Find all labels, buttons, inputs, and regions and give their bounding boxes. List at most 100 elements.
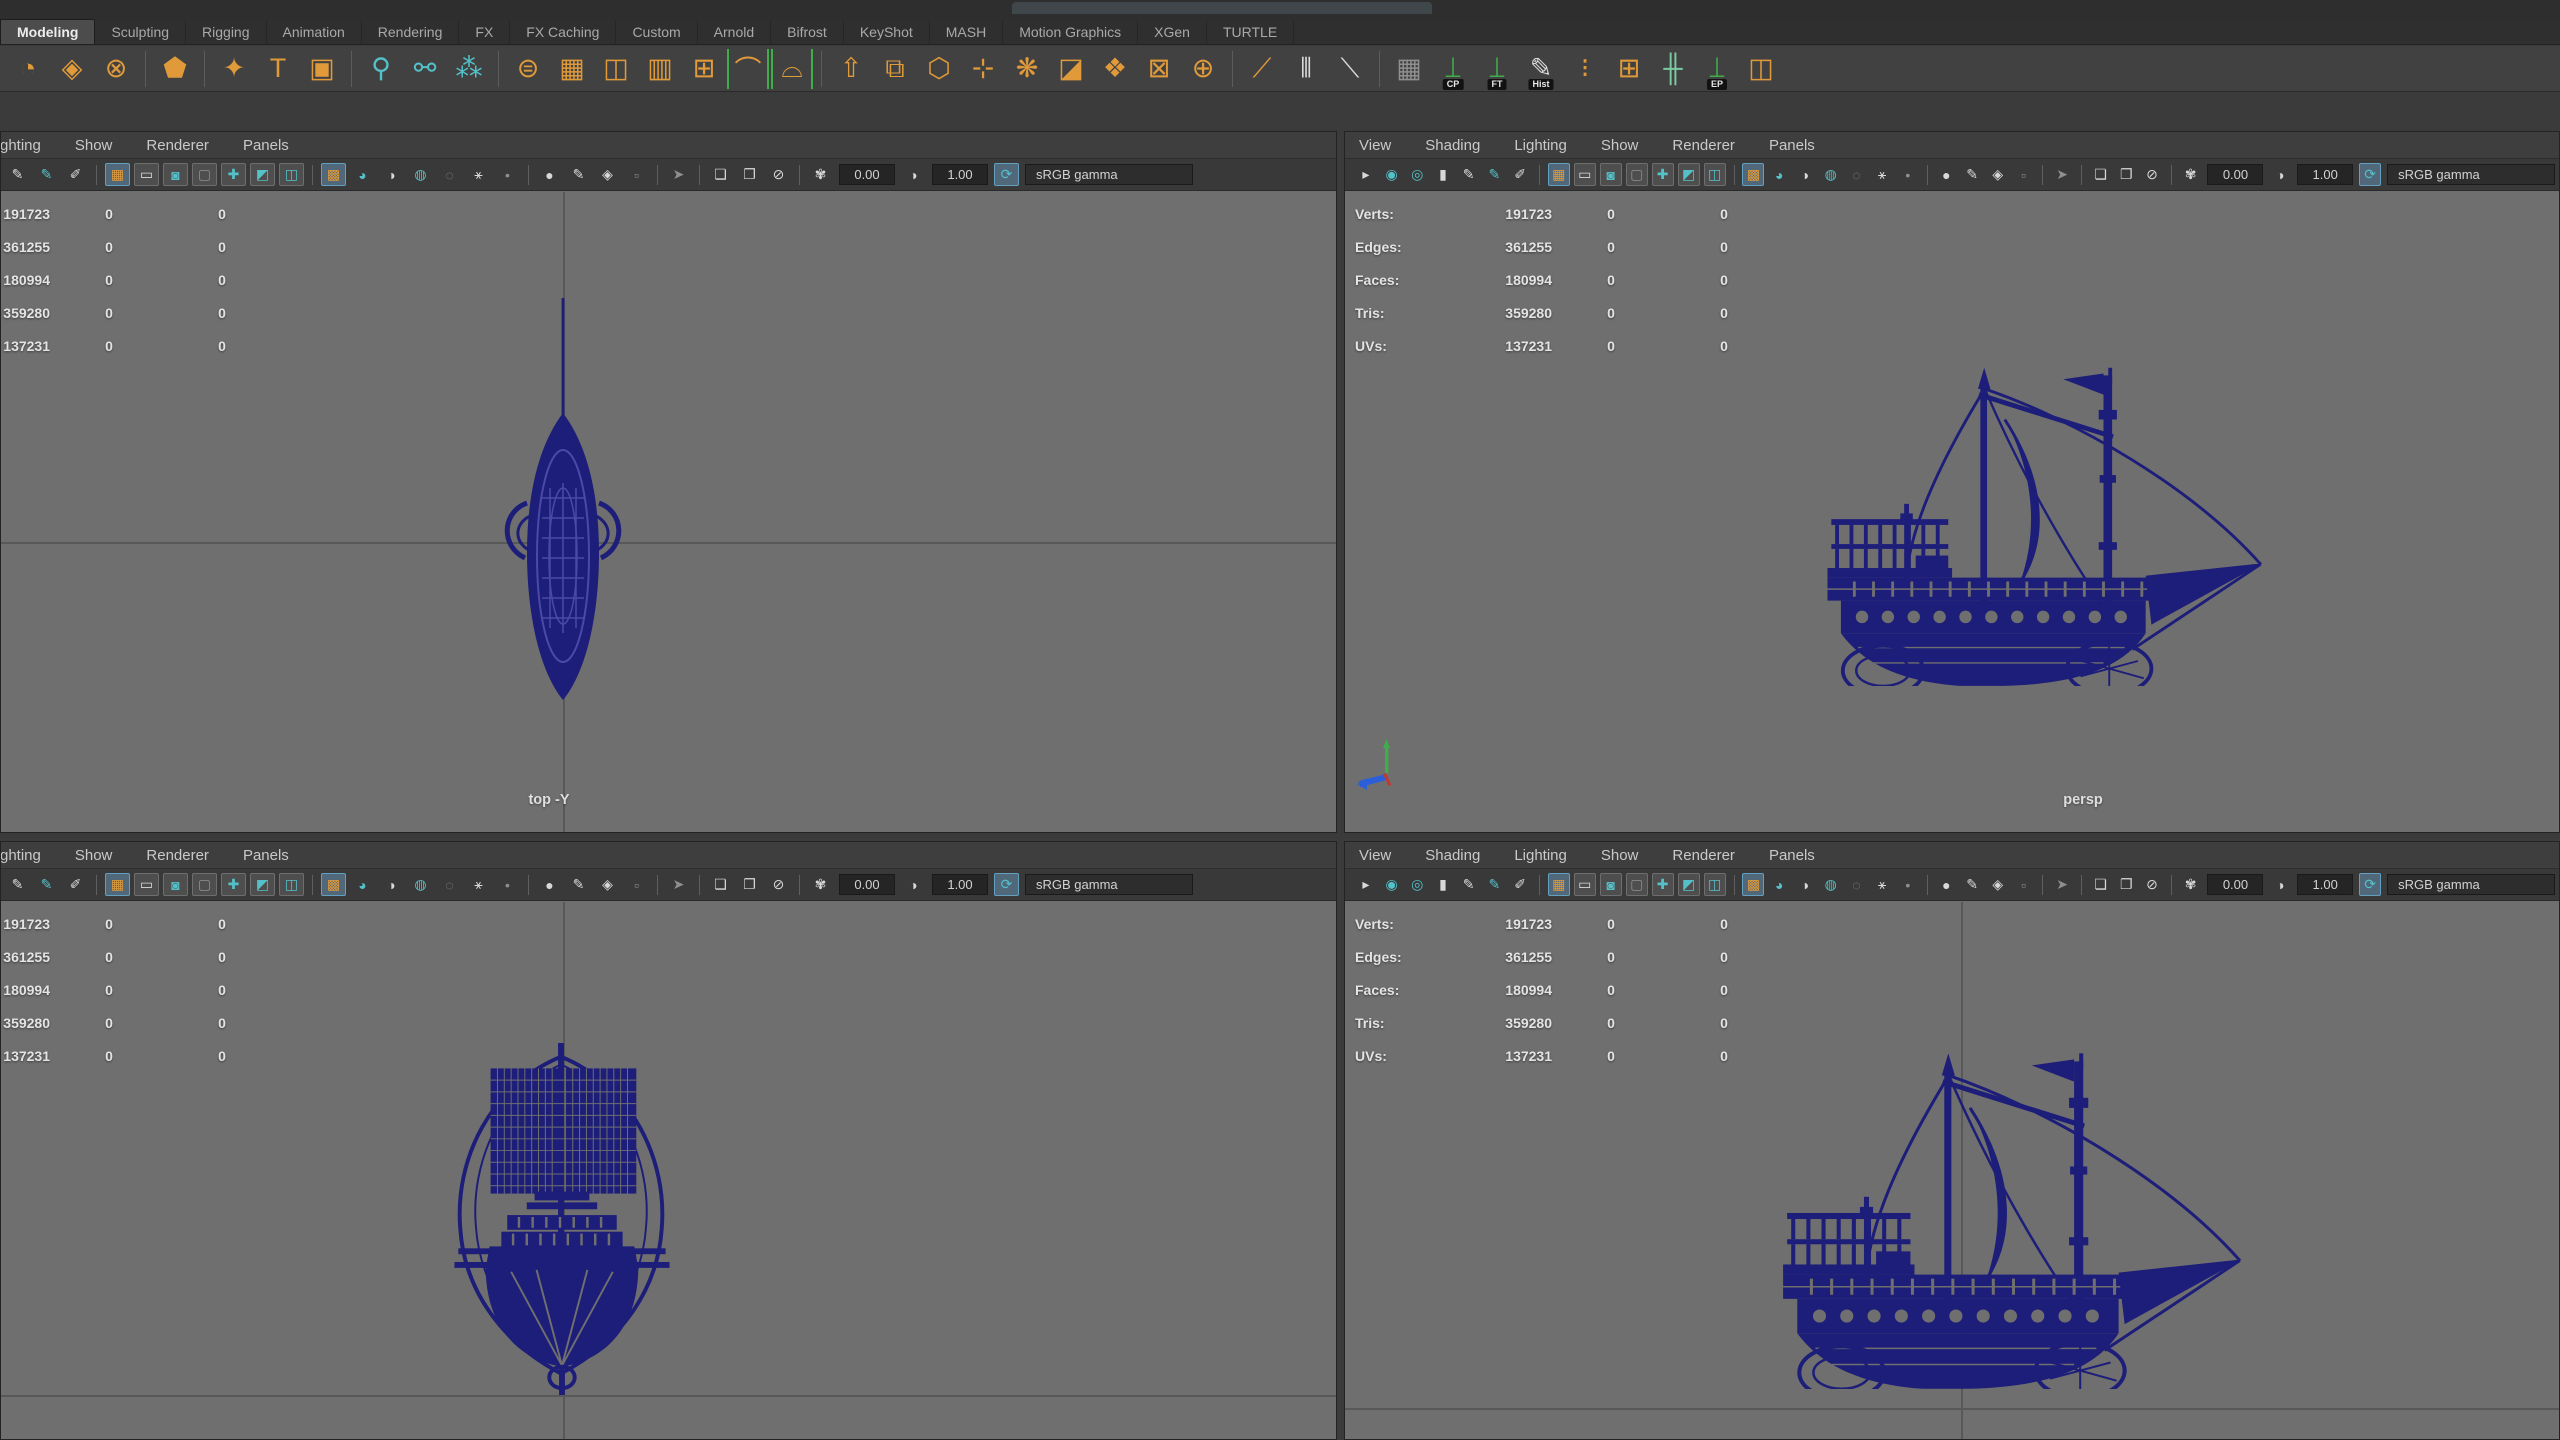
joint-tool-icon[interactable]: ⚲: [360, 49, 402, 89]
sphere-combine-icon[interactable]: ⊜: [507, 49, 549, 89]
light-bulb-icon[interactable]: ⚹: [1871, 873, 1893, 896]
material-pencil-icon[interactable]: ✎: [566, 163, 591, 186]
gamma-field[interactable]: 1.00: [932, 164, 988, 185]
buffer-b-icon[interactable]: ❐: [2115, 163, 2137, 186]
field-chart-icon[interactable]: ◙: [1600, 873, 1622, 896]
viewport-menu-item[interactable]: Show: [75, 847, 113, 864]
menuset-tab[interactable]: Sculpting: [95, 20, 186, 44]
viewport-menu-item[interactable]: Renderer: [1672, 137, 1735, 154]
snapshot-pencil-icon[interactable]: ✐: [63, 873, 88, 896]
camera-settings-icon[interactable]: ◉: [1381, 163, 1403, 186]
color-management-icon[interactable]: ⟳: [994, 873, 1019, 896]
safe-action-icon[interactable]: ▢: [192, 873, 217, 896]
wireframe-display-icon[interactable]: ▩: [321, 163, 346, 186]
extrude-icon[interactable]: ⇧: [830, 49, 872, 89]
bridge-tool-icon[interactable]: ⌒: [727, 49, 769, 89]
curve-diamond-icon[interactable]: ◈: [51, 49, 93, 89]
viewport-menu-item[interactable]: Lighting: [1, 137, 41, 154]
safe-title-icon[interactable]: ✚: [221, 163, 246, 186]
select-cursor-icon[interactable]: ➤: [666, 873, 691, 896]
all-lights-icon[interactable]: ◍: [408, 873, 433, 896]
stack-blocks-icon[interactable]: ▥: [639, 49, 681, 89]
letterbox-icon[interactable]: ◫: [1704, 163, 1726, 186]
buffer-a-icon[interactable]: ❏: [708, 163, 733, 186]
shaded-display-icon[interactable]: ◕: [350, 873, 375, 896]
platonic-solid-icon[interactable]: ⬟: [154, 49, 196, 89]
menuset-tab[interactable]: Rendering: [362, 20, 460, 44]
curve-oval-icon[interactable]: ⊗: [95, 49, 137, 89]
buffer-b-icon[interactable]: ❐: [737, 873, 762, 896]
occlusion-icon[interactable]: •: [1897, 163, 1919, 186]
slide-edge-icon[interactable]: ⟍: [1329, 49, 1371, 89]
duplicate-barrels-icon[interactable]: ◫: [1740, 49, 1782, 89]
viewport-menu-item[interactable]: Shading: [1425, 847, 1480, 864]
default-material-icon[interactable]: ●: [537, 163, 562, 186]
camera-bookmarks-icon[interactable]: ◎: [1406, 873, 1428, 896]
occlusion-icon[interactable]: •: [495, 163, 520, 186]
ik-handle-icon[interactable]: ⚯: [404, 49, 446, 89]
pan-zoom-icon[interactable]: ✎: [1458, 163, 1480, 186]
viewport-menu-item[interactable]: Panels: [243, 137, 289, 154]
exposure-icon[interactable]: ✾: [2180, 873, 2202, 896]
letterbox-icon[interactable]: ◫: [279, 873, 304, 896]
resolution-gate-icon[interactable]: ▦: [105, 163, 130, 186]
textured-display-icon[interactable]: ◑: [1794, 873, 1816, 896]
image-plane-icon[interactable]: ▮: [1432, 873, 1454, 896]
no-buffer-icon[interactable]: ⊘: [766, 163, 791, 186]
xray-icon[interactable]: ▫: [624, 873, 649, 896]
select-cursor-icon[interactable]: ➤: [2051, 873, 2073, 896]
viewport-menu-item[interactable]: Panels: [1769, 847, 1815, 864]
color-mgmt-field[interactable]: sRGB gamma: [2387, 164, 2555, 185]
viewport-menu-item[interactable]: Show: [1601, 847, 1639, 864]
grease-pencil-icon[interactable]: ✎: [1484, 873, 1506, 896]
multi-cut-icon[interactable]: ⊹: [962, 49, 1004, 89]
menuset-tab[interactable]: Rigging: [186, 20, 266, 44]
camcorder-icon[interactable]: ▸: [1355, 163, 1377, 186]
isolate-select-icon[interactable]: ◈: [595, 163, 620, 186]
isolate-select-icon[interactable]: ◈: [595, 873, 620, 896]
no-buffer-icon[interactable]: ⊘: [2141, 163, 2163, 186]
quad-draw-icon[interactable]: ❖: [1094, 49, 1136, 89]
film-gate-icon[interactable]: ▭: [134, 873, 159, 896]
type-tool-icon[interactable]: T: [257, 49, 299, 89]
camera-mask-icon[interactable]: ◩: [250, 873, 275, 896]
freeze-transform-icon[interactable]: ╫: [1652, 49, 1694, 89]
color-mgmt-field[interactable]: sRGB gamma: [1025, 164, 1193, 185]
svg-tool-icon[interactable]: ▣: [301, 49, 343, 89]
viewport-persp[interactable]: ViewShadingLightingShowRendererPanels ▸◉…: [1344, 131, 2560, 833]
viewport-canvas-persp[interactable]: Verts: 191723 0 0 Edges: 361255 0 0 Face…: [1345, 192, 2559, 832]
pan-zoom-icon[interactable]: ✎: [5, 873, 30, 896]
wireframe-display-icon[interactable]: ▩: [1742, 163, 1764, 186]
menuset-tab[interactable]: FX Caching: [510, 20, 616, 44]
camera-mask-icon[interactable]: ◩: [1678, 163, 1700, 186]
resolution-gate-icon[interactable]: ▦: [1548, 873, 1570, 896]
grease-pencil-icon[interactable]: ✎: [1484, 163, 1506, 186]
color-mgmt-field[interactable]: sRGB gamma: [1025, 874, 1193, 895]
color-management-icon[interactable]: ⟳: [2359, 163, 2381, 186]
field-chart-icon[interactable]: ◙: [163, 163, 188, 186]
viewport-front[interactable]: ViewShadingLightingShowRendererPanels ▸◉…: [0, 841, 1337, 1440]
viewport-canvas-top[interactable]: Verts: 191723 0 0 Edges: 361255 0 0 Face…: [1, 192, 1336, 832]
xray-icon[interactable]: ▫: [2013, 873, 2035, 896]
gamma-field[interactable]: 1.00: [2297, 164, 2353, 185]
safe-title-icon[interactable]: ✚: [1652, 163, 1674, 186]
menuset-tab[interactable]: Motion Graphics: [1003, 20, 1138, 44]
safe-action-icon[interactable]: ▢: [192, 163, 217, 186]
menuset-tab[interactable]: MASH: [930, 20, 1003, 44]
viewport-menu-item[interactable]: Renderer: [146, 847, 209, 864]
material-pencil-icon[interactable]: ✎: [566, 873, 591, 896]
isolate-select-icon[interactable]: ◈: [1987, 873, 2009, 896]
viewport-menu-item[interactable]: View: [1359, 137, 1391, 154]
gamma-field[interactable]: 1.00: [2297, 874, 2353, 895]
menuset-tab[interactable]: Animation: [267, 20, 362, 44]
letterbox-icon[interactable]: ◫: [279, 163, 304, 186]
ft-pivot-icon[interactable]: ⟘FT: [1476, 49, 1518, 89]
safe-title-icon[interactable]: ✚: [221, 873, 246, 896]
viewport-menu-item[interactable]: Renderer: [146, 137, 209, 154]
film-gate-icon[interactable]: ▭: [134, 163, 159, 186]
camera-mask-icon[interactable]: ◩: [250, 163, 275, 186]
shadows-icon[interactable]: ◌: [437, 873, 462, 896]
snapshot-pencil-icon[interactable]: ✐: [1509, 163, 1531, 186]
shadows-icon[interactable]: ◌: [1846, 873, 1868, 896]
mirror-geometry-icon[interactable]: ◪: [1050, 49, 1092, 89]
